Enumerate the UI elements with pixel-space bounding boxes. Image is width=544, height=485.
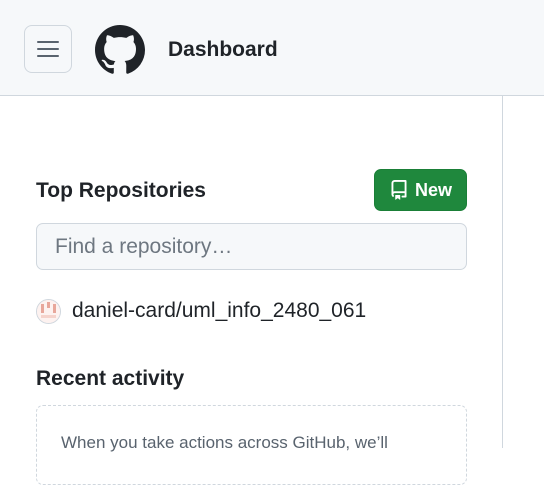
recent-activity-heading: Recent activity (36, 367, 185, 390)
main-sidebar-panel (0, 96, 503, 448)
repository-owner-avatar (36, 298, 61, 324)
repo-icon (391, 180, 407, 200)
identicon-avatar (37, 299, 60, 323)
new-button-label: New (414, 179, 452, 200)
repository-name-link[interactable]: daniel-card/uml_info_2480_061 (72, 297, 366, 325)
recent-activity-empty-state: When you take actions across GitHub, we’… (36, 405, 467, 485)
app-header: Dashboard (0, 0, 544, 96)
recent-activity-empty-text: When you take actions across GitHub, we’… (61, 433, 388, 452)
repository-search-input[interactable] (36, 223, 467, 270)
page-title: Dashboard (168, 38, 278, 61)
repository-list-item[interactable]: daniel-card/uml_info_2480_061 (36, 296, 366, 326)
github-octocat-icon[interactable] (95, 25, 145, 75)
new-repository-button[interactable]: New (374, 169, 467, 211)
top-repositories-heading: Top Repositories (36, 179, 206, 202)
menu-button[interactable] (24, 25, 72, 73)
hamburger-icon (37, 41, 59, 57)
